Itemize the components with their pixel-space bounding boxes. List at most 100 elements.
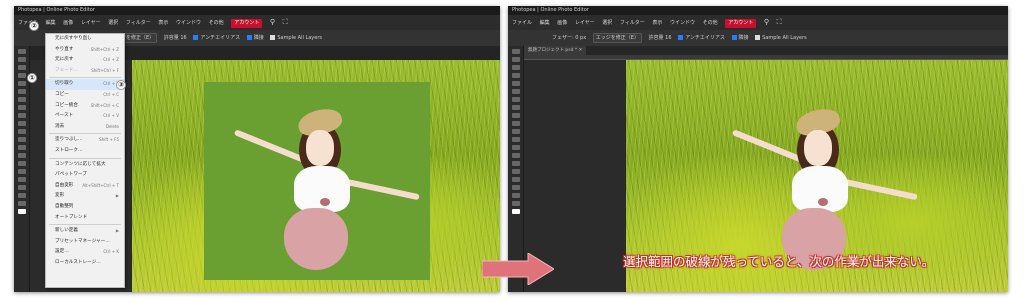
pen-tool-icon[interactable] <box>511 161 520 166</box>
menu-edit[interactable]: 編集 <box>46 16 56 31</box>
history-brush-icon[interactable] <box>17 121 26 126</box>
menu-item-transform[interactable]: 変形 ▶ <box>46 191 124 202</box>
menu-item-local-storage[interactable]: ローカルストレージ… <box>46 258 124 269</box>
eraser-tool-icon[interactable] <box>511 129 520 134</box>
lasso-tool-icon[interactable] <box>511 65 520 70</box>
menu-window[interactable]: ウインドウ <box>176 16 201 31</box>
refine-edge-button[interactable]: エッジを修正（E） <box>592 33 642 43</box>
eraser-tool-icon[interactable] <box>17 129 26 134</box>
feather-field[interactable]: フェザー: 0 px <box>552 30 586 46</box>
menu-image[interactable]: 画像 <box>557 16 567 31</box>
brush-tool-icon[interactable] <box>17 105 26 110</box>
menu-item-fill[interactable]: 塗りつぶし… Shift + F5 <box>46 135 124 146</box>
shape-tool-icon[interactable] <box>511 185 520 190</box>
sample-all-layers-toggle[interactable]: Sample All Layers <box>755 30 807 46</box>
menu-layer[interactable]: レイヤー <box>575 16 595 31</box>
pen-tool-icon[interactable] <box>17 161 26 166</box>
menu-item-undo[interactable]: 元に戻す Ctrl + Z <box>46 55 124 66</box>
menu-item-preset-manager[interactable]: プリセットマネージャー… <box>46 237 124 248</box>
fill-tool-icon[interactable] <box>17 137 26 142</box>
sample-all-layers-toggle[interactable]: Sample All Layers <box>270 30 322 46</box>
dodge-tool-icon[interactable] <box>17 153 26 158</box>
menu-item-define-new[interactable]: 新しい定義 ▶ <box>46 226 124 237</box>
anti-alias-toggle[interactable]: アンチエイリアス <box>193 30 240 46</box>
menu-item-free-transform[interactable]: 自由変形 Alt+Shift+Ctrl + T <box>46 181 124 192</box>
menu-select[interactable]: 選択 <box>602 16 612 31</box>
history-brush-icon[interactable] <box>511 121 520 126</box>
menu-item-content-aware-scale[interactable]: コンテンツに応じて拡大 <box>46 160 124 171</box>
zoom-tool-icon[interactable] <box>511 201 520 206</box>
tolerance-field[interactable]: 許容量 16 <box>649 30 672 46</box>
menu-view[interactable]: 表示 <box>158 16 168 31</box>
marquee-tool-icon[interactable] <box>17 57 26 62</box>
path-select-icon[interactable] <box>17 177 26 182</box>
magic-wand-tool-icon[interactable] <box>511 73 520 78</box>
eyedropper-tool-icon[interactable] <box>17 89 26 94</box>
anti-alias-toggle[interactable]: アンチエイリアス <box>678 30 725 46</box>
menu-item-fade: フェード… Shift+Ctrl + F <box>55 67 119 73</box>
search-icon[interactable]: ⚲ <box>764 15 769 30</box>
text-tool-icon[interactable] <box>17 169 26 174</box>
right-editor-window: Photopea | Online Photo Editor ファイル 編集 画… <box>508 6 1008 292</box>
hand-tool-icon[interactable] <box>511 193 520 198</box>
fill-tool-icon[interactable] <box>511 137 520 142</box>
stamp-tool-icon[interactable] <box>17 113 26 118</box>
document-tab[interactable]: 無題プロジェクト.psd * ✕ <box>524 46 587 55</box>
menu-more[interactable]: その他 <box>209 16 224 31</box>
menu-item-paste[interactable]: ペースト Ctrl + V <box>46 111 124 122</box>
menu-filter[interactable]: フィルター <box>620 16 645 31</box>
marquee-tool-icon[interactable] <box>511 57 520 62</box>
search-icon[interactable]: ⚲ <box>270 15 275 30</box>
menu-item-redo[interactable]: やり直す Shift+Ctrl + Z <box>46 45 124 56</box>
crop-tool-icon[interactable] <box>511 81 520 86</box>
lasso-tool-icon[interactable] <box>17 65 26 70</box>
blur-tool-icon[interactable] <box>17 145 26 150</box>
fullscreen-icon[interactable]: ⛶ <box>777 15 782 30</box>
account-button[interactable]: アカウント <box>725 19 757 28</box>
stamp-tool-icon[interactable] <box>511 113 520 118</box>
hand-tool-icon[interactable] <box>17 193 26 198</box>
menu-layer[interactable]: レイヤー <box>81 16 101 31</box>
fullscreen-icon[interactable]: ⛶ <box>283 15 288 30</box>
menu-image[interactable]: 画像 <box>63 16 73 31</box>
tolerance-field[interactable]: 許容量 16 <box>164 30 187 46</box>
menu-item-copy-merged[interactable]: コピー統合 Shift+Ctrl + C <box>46 101 124 112</box>
color-swatch-icon[interactable] <box>17 209 26 214</box>
menu-select[interactable]: 選択 <box>108 16 118 31</box>
menu-item-preferences[interactable]: 設定… Ctrl + K <box>46 247 124 258</box>
menu-item-stroke[interactable]: ストローク… <box>46 146 124 157</box>
zoom-tool-icon[interactable] <box>17 201 26 206</box>
left-editor-window: Photopea | Online Photo Editor ファイル 編集 画… <box>14 6 500 292</box>
menu-item-cut[interactable]: 切り取り Ctrl + X <box>46 79 124 90</box>
color-swatch-icon[interactable] <box>511 209 520 214</box>
blur-tool-icon[interactable] <box>511 145 520 150</box>
menu-edit[interactable]: 編集 <box>540 16 550 31</box>
move-tool-icon[interactable] <box>511 49 520 54</box>
healing-tool-icon[interactable] <box>511 97 520 102</box>
brush-tool-icon[interactable] <box>511 105 520 110</box>
path-select-icon[interactable] <box>511 177 520 182</box>
eyedropper-tool-icon[interactable] <box>511 89 520 94</box>
menu-item-puppet-warp[interactable]: パペットワープ <box>46 170 124 181</box>
menu-item-auto-align[interactable]: 自動整列 <box>46 202 124 213</box>
menu-view[interactable]: 表示 <box>652 16 662 31</box>
document-tabs: 無題プロジェクト.psd * ✕ <box>524 46 1008 55</box>
menu-item-undo-redo[interactable]: 元に戻すやり直し <box>46 34 124 45</box>
menu-item-copy[interactable]: コピー Ctrl + C <box>46 90 124 101</box>
menu-item-auto-blend[interactable]: オートブレンド <box>46 213 124 224</box>
text-tool-icon[interactable] <box>511 169 520 174</box>
move-tool-icon[interactable] <box>17 49 26 54</box>
shape-tool-icon[interactable] <box>17 185 26 190</box>
account-button[interactable]: アカウント <box>231 19 263 28</box>
menu-item-clear[interactable]: 消去 Delete <box>46 122 124 133</box>
menu-more[interactable]: その他 <box>703 16 718 31</box>
menu-window[interactable]: ウインドウ <box>670 16 695 31</box>
crop-tool-icon[interactable] <box>17 81 26 86</box>
contiguous-toggle[interactable]: 隣接 <box>731 30 749 46</box>
magic-wand-tool-icon[interactable] <box>17 73 26 78</box>
healing-tool-icon[interactable] <box>17 97 26 102</box>
menu-filter[interactable]: フィルター <box>126 16 151 31</box>
contiguous-toggle[interactable]: 隣接 <box>246 30 264 46</box>
dodge-tool-icon[interactable] <box>511 153 520 158</box>
menu-file[interactable]: ファイル <box>512 16 532 31</box>
